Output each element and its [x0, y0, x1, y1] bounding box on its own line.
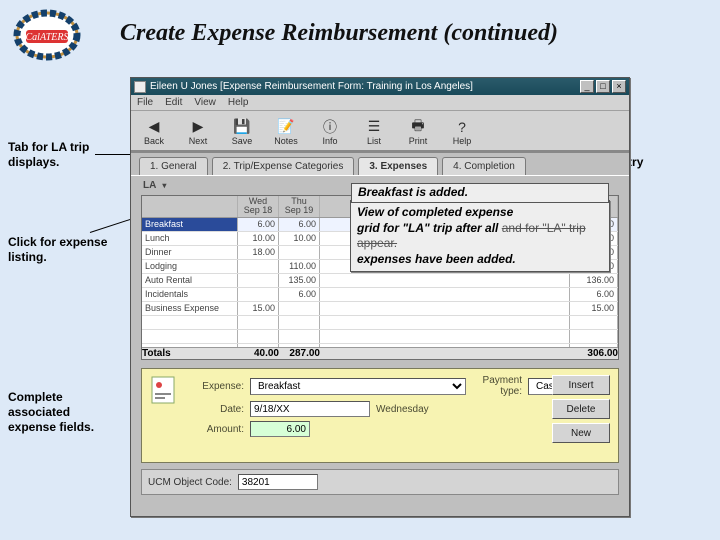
- menubar: File Edit View Help: [131, 95, 629, 111]
- row-day2: 6.00: [279, 218, 320, 231]
- next-button[interactable]: ▶Next: [181, 118, 215, 146]
- list-icon: ☰: [364, 118, 384, 136]
- print-button[interactable]: 🖶Print: [401, 118, 435, 146]
- ucm-panel: UCM Object Code:: [141, 469, 619, 495]
- save-button[interactable]: 💾Save: [225, 118, 259, 146]
- notes-button[interactable]: 📝Notes: [269, 118, 303, 146]
- overlay-callout: Breakfast is added. View of completed ex…: [350, 200, 610, 272]
- payment-type-label: Payment type:: [472, 375, 522, 397]
- tab-trip-expense-categories[interactable]: 2. Trip/Expense Categories: [212, 157, 355, 175]
- receipt-icon: [150, 375, 176, 405]
- new-button[interactable]: New: [552, 423, 610, 443]
- row-day2: 6.00: [279, 288, 320, 301]
- row-day1: [238, 260, 279, 273]
- tab-general[interactable]: 1. General: [139, 157, 208, 175]
- row-type: Auto Rental: [142, 274, 238, 287]
- row-day2: 135.00: [279, 274, 320, 287]
- minimize-button[interactable]: _: [580, 80, 594, 93]
- menu-file[interactable]: File: [137, 97, 153, 108]
- row-type: Incidentals: [142, 288, 238, 301]
- row-day1: [238, 274, 279, 287]
- overlay-line2: View of completed expense: [357, 205, 513, 219]
- row-type: Lodging: [142, 260, 238, 273]
- overlay-line4: expenses have been added.: [357, 252, 516, 266]
- maximize-button[interactable]: □: [596, 80, 610, 93]
- row-total: 15.00: [570, 302, 618, 315]
- date-label: Date:: [186, 404, 244, 415]
- row-type: Lunch: [142, 232, 238, 245]
- row-day2: [279, 246, 320, 259]
- overlay-line3a: grid for "LA" trip after all: [357, 221, 498, 235]
- row-day2: [279, 302, 320, 315]
- row-day2: 10.00: [279, 232, 320, 245]
- trip-tab-la[interactable]: LA: [143, 180, 156, 191]
- notes-icon: 📝: [276, 118, 296, 136]
- row-day1: 6.00: [238, 218, 279, 231]
- row-type: Business Expense: [142, 302, 238, 315]
- list-button[interactable]: ☰List: [357, 118, 391, 146]
- row-day2: 110.00: [279, 260, 320, 273]
- save-icon: 💾: [232, 118, 252, 136]
- app-icon: [134, 81, 146, 93]
- toolbar: ◀Back ▶Next 💾Save 📝Notes ⓘInfo ☰List 🖶Pr…: [131, 111, 629, 151]
- expense-detail-panel: Expense: Breakfast Payment type: Cash Da…: [141, 368, 619, 463]
- row-day1: 10.00: [238, 232, 279, 245]
- slide-title: Create Expense Reimbursement (continued): [120, 20, 558, 47]
- help-toolbar-button[interactable]: ?Help: [445, 118, 479, 146]
- info-icon: ⓘ: [320, 118, 340, 136]
- app-window: Eileen U Jones [Expense Reimbursement Fo…: [130, 77, 630, 517]
- print-icon: 🖶: [408, 118, 428, 136]
- table-row[interactable]: Auto Rental 135.00 136.00: [142, 274, 618, 288]
- close-button[interactable]: ×: [612, 80, 626, 93]
- row-day1: [238, 288, 279, 301]
- row-total: 6.00: [570, 288, 618, 301]
- calaters-logo: CalATERS: [12, 8, 82, 63]
- grid-footer: Totals 40.00 287.00 306.00: [142, 347, 618, 359]
- delete-button[interactable]: Delete: [552, 399, 610, 419]
- table-row[interactable]: Business Expense15.0015.00: [142, 302, 618, 316]
- callout-complete-fields: Complete associated expense fields.: [8, 390, 118, 435]
- ucm-input[interactable]: [238, 474, 318, 490]
- amount-input[interactable]: [250, 421, 310, 437]
- callout-tab-la: Tab for LA trip displays.: [8, 140, 118, 170]
- row-day1: 18.00: [238, 246, 279, 259]
- ucm-label: UCM Object Code:: [148, 477, 232, 488]
- menu-help[interactable]: Help: [228, 97, 249, 108]
- info-button[interactable]: ⓘInfo: [313, 118, 347, 146]
- chevron-down-icon[interactable]: ▾: [162, 181, 166, 190]
- next-icon: ▶: [188, 118, 208, 136]
- insert-button[interactable]: Insert: [552, 375, 610, 395]
- amount-label: Amount:: [186, 424, 244, 435]
- expense-select[interactable]: Breakfast: [250, 378, 466, 395]
- back-icon: ◀: [144, 118, 164, 136]
- weekday-text: Wednesday: [376, 404, 466, 415]
- menu-view[interactable]: View: [194, 97, 216, 108]
- table-row[interactable]: Incidentals 6.00 6.00: [142, 288, 618, 302]
- menu-edit[interactable]: Edit: [165, 97, 182, 108]
- row-day1: 15.00: [238, 302, 279, 315]
- svg-text:CalATERS: CalATERS: [26, 32, 69, 43]
- back-button[interactable]: ◀Back: [137, 118, 171, 146]
- tab-completion[interactable]: 4. Completion: [442, 157, 526, 175]
- window-title: Eileen U Jones [Expense Reimbursement Fo…: [150, 81, 473, 92]
- help-icon: ?: [452, 118, 472, 136]
- row-type: Breakfast: [142, 218, 238, 231]
- date-input[interactable]: [250, 401, 370, 417]
- overlay-line1: Breakfast is added.: [351, 183, 609, 203]
- expense-label: Expense:: [186, 381, 244, 392]
- tab-strip: 1. General 2. Trip/Expense Categories 3.…: [131, 153, 629, 175]
- callout-click-listing: Click for expense listing.: [8, 235, 118, 265]
- row-total: 136.00: [570, 274, 618, 287]
- tab-expenses[interactable]: 3. Expenses: [358, 157, 438, 175]
- titlebar: Eileen U Jones [Expense Reimbursement Fo…: [131, 78, 629, 95]
- row-type: Dinner: [142, 246, 238, 259]
